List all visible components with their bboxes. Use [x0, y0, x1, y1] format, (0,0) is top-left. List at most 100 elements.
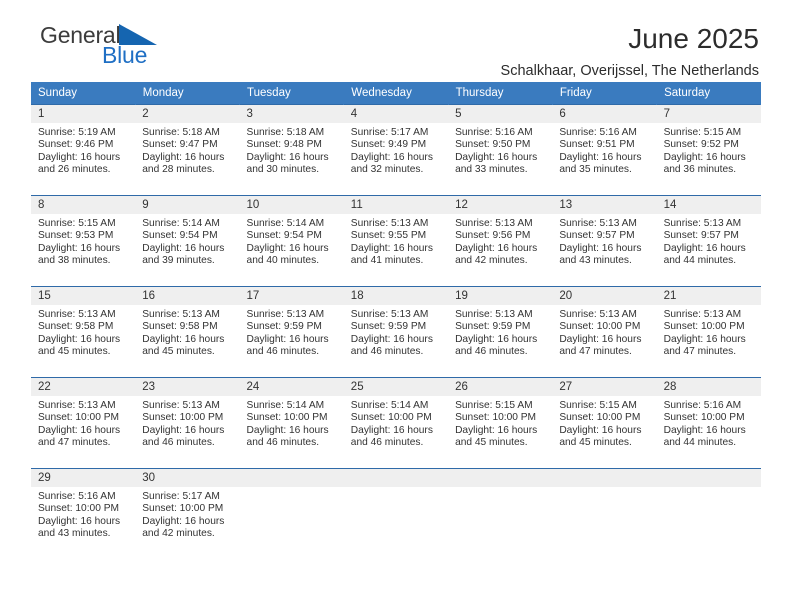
sunset-text: Sunset: 9:53 PM — [38, 230, 114, 242]
day-cell[interactable]: 30 Sunrise: 5:17 AM Sunset: 10:00 PM Day… — [135, 469, 240, 551]
day-cell[interactable]: 15 Sunrise: 5:13 AM Sunset: 9:58 PM Dayl… — [31, 287, 136, 369]
day-cell[interactable]: 21 Sunrise: 5:13 AM Sunset: 10:00 PM Day… — [656, 287, 761, 369]
day-info: Sunrise: 5:15 AM Sunset: 10:00 PM Daylig… — [448, 396, 552, 450]
sunset-text: Sunset: 10:00 PM — [559, 321, 641, 333]
sunset-text: Sunset: 10:00 PM — [142, 412, 224, 424]
day-info: Sunrise: 5:19 AM Sunset: 9:46 PM Dayligh… — [31, 123, 135, 177]
day-cell[interactable]: 24 Sunrise: 5:14 AM Sunset: 10:00 PM Day… — [239, 378, 344, 460]
sunrise-text: Sunrise: 5:18 AM — [142, 127, 220, 138]
day-number: 28 — [656, 378, 761, 396]
week-spacer — [31, 187, 761, 196]
daylight-text: Daylight: 16 hours and 47 minutes. — [559, 333, 642, 358]
day-cell[interactable]: 22 Sunrise: 5:13 AM Sunset: 10:00 PM Day… — [31, 378, 136, 460]
weekday-header-sunday: Sunday — [31, 82, 136, 105]
day-number: 20 — [552, 287, 657, 305]
daylight-text: Daylight: 16 hours and 47 minutes. — [663, 333, 746, 358]
day-number: 9 — [135, 196, 240, 214]
day-info: Sunrise: 5:13 AM Sunset: 9:56 PM Dayligh… — [448, 214, 552, 268]
day-info: Sunrise: 5:18 AM Sunset: 9:47 PM Dayligh… — [135, 123, 239, 177]
day-cell[interactable]: 18 Sunrise: 5:13 AM Sunset: 9:59 PM Dayl… — [343, 287, 449, 369]
day-cell[interactable]: 28 Sunrise: 5:16 AM Sunset: 10:00 PM Day… — [656, 378, 761, 460]
sunrise-text: Sunrise: 5:13 AM — [38, 309, 116, 320]
day-info — [657, 487, 761, 491]
day-cell[interactable]: 4 Sunrise: 5:17 AM Sunset: 9:49 PM Dayli… — [343, 105, 449, 187]
day-cell[interactable]: 7 Sunrise: 5:15 AM Sunset: 9:52 PM Dayli… — [656, 105, 761, 187]
sunrise-text: Sunrise: 5:16 AM — [559, 127, 637, 138]
generalblue-logo[interactable]: General Blue — [40, 24, 220, 76]
sunrise-text: Sunrise: 5:17 AM — [350, 127, 429, 138]
calendar-week-row: 29 Sunrise: 5:16 AM Sunset: 10:00 PM Day… — [31, 468, 761, 551]
weekday-header-saturday: Saturday — [656, 82, 762, 105]
day-info: Sunrise: 5:15 AM Sunset: 9:52 PM Dayligh… — [657, 123, 761, 177]
day-info: Sunrise: 5:16 AM Sunset: 9:51 PM Dayligh… — [552, 123, 656, 177]
sunset-text: Sunset: 9:51 PM — [559, 139, 635, 151]
day-cell[interactable]: 17 Sunrise: 5:13 AM Sunset: 9:59 PM Dayl… — [239, 287, 344, 369]
sunset-text: Sunset: 9:59 PM — [455, 321, 531, 333]
daylight-text: Daylight: 16 hours and 26 minutes. — [38, 151, 121, 176]
day-cell-empty — [552, 469, 657, 551]
weekday-header-wednesday: Wednesday — [343, 82, 449, 105]
day-cell[interactable]: 1 Sunrise: 5:19 AM Sunset: 9:46 PM Dayli… — [31, 105, 136, 187]
day-cell[interactable]: 8 Sunrise: 5:15 AM Sunset: 9:53 PM Dayli… — [31, 196, 136, 278]
day-number: 25 — [343, 378, 449, 396]
day-info: Sunrise: 5:13 AM Sunset: 9:57 PM Dayligh… — [657, 214, 761, 268]
sunset-text: Sunset: 9:50 PM — [455, 139, 531, 151]
day-cell[interactable]: 9 Sunrise: 5:14 AM Sunset: 9:54 PM Dayli… — [135, 196, 240, 278]
day-number: 7 — [656, 105, 761, 123]
sunrise-text: Sunrise: 5:14 AM — [350, 400, 429, 411]
sunrise-text: Sunrise: 5:13 AM — [559, 309, 637, 320]
day-cell[interactable]: 23 Sunrise: 5:13 AM Sunset: 10:00 PM Day… — [135, 378, 240, 460]
sunrise-text: Sunrise: 5:13 AM — [246, 309, 325, 320]
daylight-text: Daylight: 16 hours and 47 minutes. — [38, 424, 121, 449]
calendar-page: General Blue June 2025 Schalkhaar, Overi… — [0, 0, 792, 612]
day-number: 26 — [448, 378, 553, 396]
day-cell[interactable]: 16 Sunrise: 5:13 AM Sunset: 9:58 PM Dayl… — [135, 287, 240, 369]
page-header: General Blue June 2025 Schalkhaar, Overi… — [31, 0, 761, 79]
day-number: 1 — [31, 105, 136, 123]
day-cell[interactable]: 25 Sunrise: 5:14 AM Sunset: 10:00 PM Day… — [343, 378, 449, 460]
day-cell[interactable]: 5 Sunrise: 5:16 AM Sunset: 9:50 PM Dayli… — [448, 105, 553, 187]
day-number: 21 — [656, 287, 761, 305]
day-cell[interactable]: 2 Sunrise: 5:18 AM Sunset: 9:47 PM Dayli… — [135, 105, 240, 187]
day-cell-empty — [448, 469, 553, 551]
day-cell[interactable]: 3 Sunrise: 5:18 AM Sunset: 9:48 PM Dayli… — [239, 105, 344, 187]
day-number: 2 — [135, 105, 240, 123]
calendar-week-row: 8 Sunrise: 5:15 AM Sunset: 9:53 PM Dayli… — [31, 195, 761, 278]
daylight-text: Daylight: 16 hours and 42 minutes. — [455, 242, 538, 267]
day-cell[interactable]: 11 Sunrise: 5:13 AM Sunset: 9:55 PM Dayl… — [343, 196, 449, 278]
day-cell[interactable]: 26 Sunrise: 5:15 AM Sunset: 10:00 PM Day… — [448, 378, 553, 460]
day-cell[interactable]: 6 Sunrise: 5:16 AM Sunset: 9:51 PM Dayli… — [552, 105, 657, 187]
day-cell[interactable]: 13 Sunrise: 5:13 AM Sunset: 9:57 PM Dayl… — [552, 196, 657, 278]
day-info: Sunrise: 5:13 AM Sunset: 9:59 PM Dayligh… — [240, 305, 344, 359]
sunrise-text: Sunrise: 5:13 AM — [663, 218, 742, 229]
sunset-text: Sunset: 9:54 PM — [142, 230, 218, 242]
day-cell[interactable]: 14 Sunrise: 5:13 AM Sunset: 9:57 PM Dayl… — [656, 196, 761, 278]
day-number: 11 — [343, 196, 449, 214]
sunset-text: Sunset: 9:59 PM — [246, 321, 322, 333]
day-number: 16 — [135, 287, 240, 305]
week-spacer — [31, 278, 761, 287]
sunset-text: Sunset: 9:57 PM — [559, 230, 635, 242]
day-number: 27 — [552, 378, 657, 396]
day-cell[interactable]: 19 Sunrise: 5:13 AM Sunset: 9:59 PM Dayl… — [448, 287, 553, 369]
day-info — [552, 487, 656, 491]
daylight-text: Daylight: 16 hours and 44 minutes. — [663, 242, 746, 267]
daylight-text: Daylight: 16 hours and 43 minutes. — [38, 515, 121, 540]
day-cell[interactable]: 10 Sunrise: 5:14 AM Sunset: 9:54 PM Dayl… — [239, 196, 344, 278]
sunset-text: Sunset: 9:58 PM — [142, 321, 218, 333]
day-info: Sunrise: 5:13 AM Sunset: 9:58 PM Dayligh… — [135, 305, 239, 359]
calendar-header-row: Sunday Monday Tuesday Wednesday Thursday… — [31, 82, 762, 105]
day-info — [240, 487, 344, 491]
sunset-text: Sunset: 10:00 PM — [559, 412, 641, 424]
day-cell[interactable]: 20 Sunrise: 5:13 AM Sunset: 10:00 PM Day… — [552, 287, 657, 369]
day-info: Sunrise: 5:13 AM Sunset: 9:58 PM Dayligh… — [31, 305, 135, 359]
day-number: 6 — [552, 105, 657, 123]
day-cell[interactable]: 12 Sunrise: 5:13 AM Sunset: 9:56 PM Dayl… — [448, 196, 553, 278]
sunrise-text: Sunrise: 5:13 AM — [559, 218, 637, 229]
sunset-text: Sunset: 9:58 PM — [38, 321, 114, 333]
day-cell[interactable]: 27 Sunrise: 5:15 AM Sunset: 10:00 PM Day… — [552, 378, 657, 460]
day-number: 5 — [448, 105, 553, 123]
sunset-text: Sunset: 10:00 PM — [663, 321, 745, 333]
day-number: 18 — [343, 287, 449, 305]
day-cell[interactable]: 29 Sunrise: 5:16 AM Sunset: 10:00 PM Day… — [31, 469, 136, 551]
